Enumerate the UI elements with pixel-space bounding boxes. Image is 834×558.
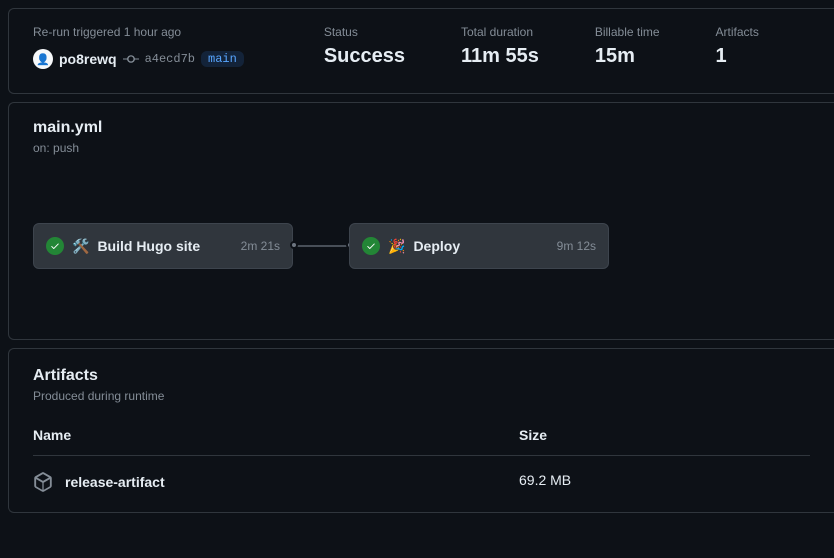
job-build[interactable]: 🛠️ Build Hugo site 2m 21s	[33, 223, 293, 269]
col-size-header: Size	[519, 427, 810, 443]
job-duration: 2m 21s	[241, 239, 280, 253]
username[interactable]: po8rewq	[59, 51, 117, 67]
status-block: Status Success	[324, 25, 405, 68]
job-name: Deploy	[413, 238, 548, 254]
duration-value[interactable]: 11m 55s	[461, 45, 539, 68]
workflow-file-name[interactable]: main.yml	[33, 119, 810, 137]
graph-node-out	[290, 241, 298, 249]
artifact-size: 69.2 MB	[519, 472, 810, 492]
commit-icon	[123, 51, 139, 67]
billable-label: Billable time	[595, 25, 660, 39]
artifacts-subtitle: Produced during runtime	[33, 389, 810, 403]
job-name: Build Hugo site	[97, 238, 232, 254]
col-name-header: Name	[33, 427, 519, 443]
artifacts-count-value[interactable]: 1	[716, 45, 759, 68]
duration-block: Total duration 11m 55s	[461, 25, 539, 68]
artifact-name: release-artifact	[65, 474, 165, 490]
artifacts-count-label: Artifacts	[716, 25, 759, 39]
summary-stats: Status Success Total duration 11m 55s Bi…	[324, 25, 759, 68]
workflow-graph-panel: main.yml on: push 🛠️ Build Hugo site 2m …	[8, 102, 834, 340]
package-icon	[33, 472, 53, 492]
artifacts-table: Name Size release-artifact 69.2 MB	[33, 427, 810, 492]
artifacts-title: Artifacts	[33, 367, 810, 385]
workflow-trigger: on: push	[33, 141, 810, 155]
artifacts-panel: Artifacts Produced during runtime Name S…	[8, 348, 834, 513]
actor-commit-line: 👤 po8rewq a4ecd7b main	[33, 49, 244, 69]
run-summary: Re-run triggered 1 hour ago 👤 po8rewq a4…	[8, 8, 834, 94]
trigger-block: Re-run triggered 1 hour ago 👤 po8rewq a4…	[33, 25, 244, 69]
artifact-row[interactable]: release-artifact 69.2 MB	[33, 456, 810, 492]
status-value: Success	[324, 45, 405, 68]
success-check-icon	[362, 237, 380, 255]
job-emoji: 🎉	[388, 238, 405, 255]
job-emoji: 🛠️	[72, 238, 89, 255]
avatar[interactable]: 👤	[33, 49, 53, 69]
trigger-text: Re-run triggered 1 hour ago	[33, 25, 244, 39]
billable-value[interactable]: 15m	[595, 45, 660, 68]
artifacts-count-block: Artifacts 1	[716, 25, 759, 68]
workflow-graph: 🛠️ Build Hugo site 2m 21s 🎉 Deploy 9m 12…	[33, 223, 810, 269]
success-check-icon	[46, 237, 64, 255]
duration-label: Total duration	[461, 25, 539, 39]
billable-block: Billable time 15m	[595, 25, 660, 68]
branch-badge[interactable]: main	[201, 51, 244, 67]
status-label: Status	[324, 25, 405, 39]
artifacts-header-row: Name Size	[33, 427, 810, 456]
commit-sha[interactable]: a4ecd7b	[145, 52, 195, 66]
job-duration: 9m 12s	[557, 239, 596, 253]
job-deploy[interactable]: 🎉 Deploy 9m 12s	[349, 223, 609, 269]
graph-connector	[294, 245, 348, 247]
